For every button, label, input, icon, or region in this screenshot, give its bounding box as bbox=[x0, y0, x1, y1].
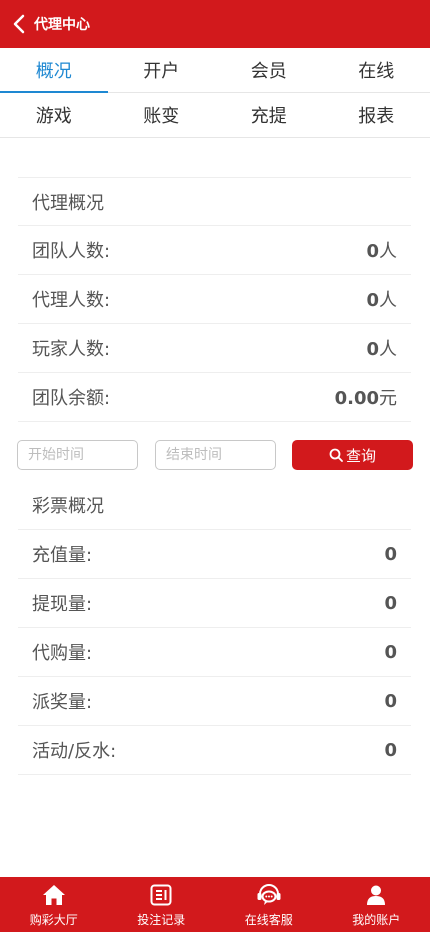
stat-label: 派奖量: bbox=[32, 692, 93, 713]
stat-label: 玩家人数: bbox=[32, 339, 111, 360]
stat-value: 0 bbox=[384, 739, 397, 761]
stat-value: 0.00元 bbox=[335, 384, 397, 410]
stat-number: 0 bbox=[366, 241, 379, 262]
stat-row-deposit: 充值量: 0 bbox=[18, 530, 411, 579]
search-icon bbox=[329, 448, 343, 462]
stat-row-team-balance: 团队余额: 0.00元 bbox=[18, 373, 411, 422]
tab-open-account[interactable]: 开户 bbox=[108, 48, 216, 92]
stat-row-agent-count: 代理人数: 0人 bbox=[18, 275, 411, 324]
stat-label: 充值量: bbox=[32, 545, 93, 566]
nav-label: 我的账户 bbox=[352, 912, 401, 927]
search-button[interactable]: 查询 bbox=[292, 440, 413, 470]
stat-label: 提现量: bbox=[32, 594, 93, 615]
stat-row-rebate: 活动/反水: 0 bbox=[18, 726, 411, 775]
date-filter: 查询 bbox=[17, 440, 413, 470]
user-icon bbox=[365, 882, 387, 908]
stat-unit: 元 bbox=[379, 388, 397, 409]
section-title: 代理概况 bbox=[32, 192, 104, 214]
nav-lottery-hall[interactable]: 购彩大厅 bbox=[0, 877, 108, 932]
stat-label: 代理人数: bbox=[32, 290, 111, 311]
stat-row-withdraw: 提现量: 0 bbox=[18, 579, 411, 628]
stat-row-payout: 派奖量: 0 bbox=[18, 677, 411, 726]
start-time-input[interactable] bbox=[17, 440, 138, 470]
stat-number: 0 bbox=[366, 290, 379, 311]
top-header: 代理中心 bbox=[0, 0, 430, 48]
nav-online-service[interactable]: 在线客服 bbox=[215, 877, 323, 932]
stat-unit: 人 bbox=[379, 241, 397, 262]
stat-label: 代购量: bbox=[32, 643, 93, 664]
tab-games[interactable]: 游戏 bbox=[0, 93, 108, 137]
tab-reports[interactable]: 报表 bbox=[323, 93, 430, 137]
stat-row-player-count: 玩家人数: 0人 bbox=[18, 324, 411, 373]
stat-label: 团队余额: bbox=[32, 388, 111, 409]
stat-unit: 人 bbox=[379, 339, 397, 360]
agent-overview-section: 代理概况 团队人数: 0人 代理人数: 0人 玩家人数: 0人 团队余额: 0.… bbox=[18, 177, 411, 422]
stat-number: 0 bbox=[366, 339, 379, 360]
nav-bet-records[interactable]: 投注记录 bbox=[108, 877, 216, 932]
back-button[interactable] bbox=[4, 0, 34, 48]
end-time-input[interactable] bbox=[155, 440, 276, 470]
page-title: 代理中心 bbox=[34, 17, 90, 33]
stat-label: 团队人数: bbox=[32, 241, 111, 262]
stat-value: 0 bbox=[384, 592, 397, 614]
tab-online[interactable]: 在线 bbox=[323, 48, 430, 92]
lottery-overview-section: 彩票概况 充值量: 0 提现量: 0 代购量: 0 派奖量: 0 活动/反水: … bbox=[18, 481, 411, 775]
tab-members[interactable]: 会员 bbox=[215, 48, 323, 92]
stat-unit: 人 bbox=[379, 290, 397, 311]
chevron-left-icon bbox=[13, 14, 25, 34]
nav-my-account[interactable]: 我的账户 bbox=[323, 877, 430, 932]
stat-value: 0人 bbox=[366, 335, 397, 361]
stat-number: 0.00 bbox=[334, 388, 379, 409]
bottom-nav: 购彩大厅 投注记录 在线客服 我的账户 bbox=[0, 877, 430, 932]
nav-label: 购彩大厅 bbox=[29, 912, 78, 927]
agent-overview-title: 代理概况 bbox=[18, 177, 411, 226]
stat-row-purchase: 代购量: 0 bbox=[18, 628, 411, 677]
home-icon bbox=[42, 882, 66, 908]
stat-value: 0 bbox=[384, 690, 397, 712]
tab-transactions[interactable]: 账变 bbox=[108, 93, 216, 137]
tab-row-1: 概况 开户 会员 在线 bbox=[0, 48, 430, 93]
tab-bar: 概况 开户 会员 在线 游戏 账变 充提 报表 bbox=[0, 48, 430, 138]
tab-row-2: 游戏 账变 充提 报表 bbox=[0, 93, 430, 138]
tab-deposit-withdraw[interactable]: 充提 bbox=[215, 93, 323, 137]
stat-value: 0 bbox=[384, 641, 397, 663]
stat-row-team-count: 团队人数: 0人 bbox=[18, 226, 411, 275]
stat-value: 0人 bbox=[366, 286, 397, 312]
stat-label: 活动/反水: bbox=[32, 741, 117, 762]
lottery-overview-title: 彩票概况 bbox=[18, 481, 411, 530]
nav-label: 在线客服 bbox=[244, 912, 293, 927]
chat-icon bbox=[256, 882, 282, 908]
list-icon bbox=[150, 882, 172, 908]
stat-value: 0 bbox=[384, 543, 397, 565]
nav-label: 投注记录 bbox=[137, 912, 186, 927]
section-title: 彩票概况 bbox=[32, 496, 104, 517]
search-button-label: 查询 bbox=[345, 446, 376, 465]
stat-value: 0人 bbox=[366, 237, 397, 263]
tab-overview[interactable]: 概况 bbox=[0, 48, 108, 93]
